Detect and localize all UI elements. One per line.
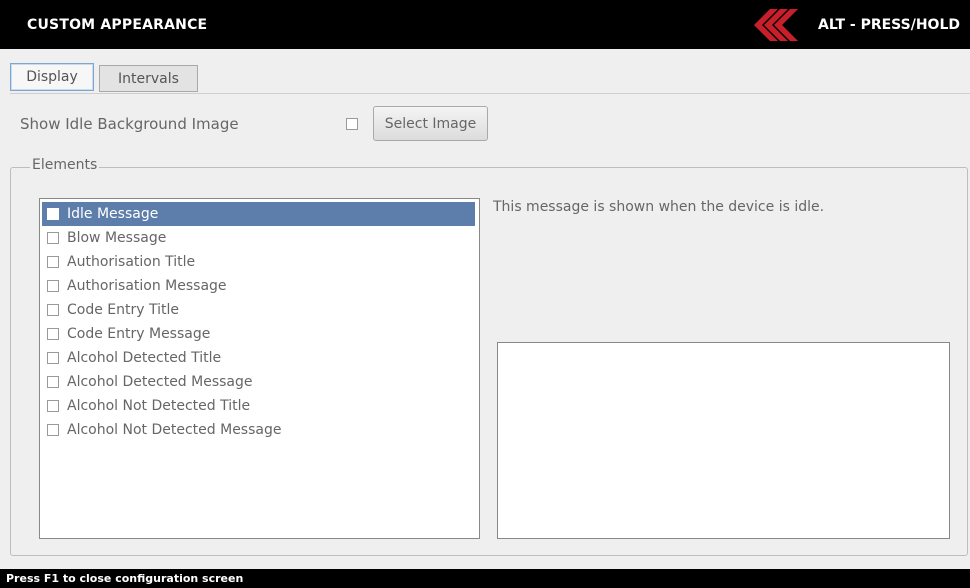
list-item-checkbox[interactable] <box>47 352 59 364</box>
list-item-checkbox[interactable] <box>47 304 59 316</box>
list-item-label: Authorisation Message <box>67 278 227 294</box>
list-item-checkbox[interactable] <box>47 328 59 340</box>
list-item-alcohol-detected-title[interactable]: Alcohol Detected Title <box>42 346 475 370</box>
list-item-blow-message[interactable]: Blow Message <box>42 226 475 250</box>
tab-intervals[interactable]: Intervals <box>99 65 198 92</box>
status-bar: Press F1 to close configuration screen <box>0 569 970 588</box>
list-item-label: Alcohol Detected Title <box>67 350 222 366</box>
list-item-label: Alcohol Detected Message <box>67 374 253 390</box>
list-item-alcohol-not-detected-title[interactable]: Alcohol Not Detected Title <box>42 394 475 418</box>
elements-list[interactable]: Idle Message Blow Message Authorisation … <box>39 198 480 539</box>
idle-background-label: Show Idle Background Image <box>20 115 239 133</box>
message-preview-box[interactable] <box>497 342 950 539</box>
tab-display[interactable]: Display <box>10 63 94 91</box>
window-title: CUSTOM APPEARANCE <box>27 17 208 33</box>
list-item-authorisation-message[interactable]: Authorisation Message <box>42 274 475 298</box>
idle-background-checkbox[interactable] <box>346 118 358 130</box>
list-item-label: Alcohol Not Detected Title <box>67 398 251 414</box>
element-description: This message is shown when the device is… <box>493 199 825 215</box>
elements-legend: Elements <box>30 157 100 173</box>
list-item-checkbox[interactable] <box>47 232 59 244</box>
list-item-code-entry-title[interactable]: Code Entry Title <box>42 298 475 322</box>
list-item-label: Blow Message <box>67 230 167 246</box>
list-item-idle-message[interactable]: Idle Message <box>42 202 475 226</box>
list-item-code-entry-message[interactable]: Code Entry Message <box>42 322 475 346</box>
list-item-checkbox[interactable] <box>47 400 59 412</box>
list-item-label: Alcohol Not Detected Message <box>67 422 282 438</box>
brand-chevron-icon <box>754 9 798 41</box>
list-item-checkbox[interactable] <box>47 376 59 388</box>
select-image-button[interactable]: Select Image <box>373 106 488 141</box>
list-item-alcohol-detected-message[interactable]: Alcohol Detected Message <box>42 370 475 394</box>
list-item-checkbox[interactable] <box>47 424 59 436</box>
list-item-authorisation-title[interactable]: Authorisation Title <box>42 250 475 274</box>
list-item-label: Idle Message <box>67 206 159 222</box>
list-item-label: Code Entry Title <box>67 302 179 318</box>
list-item-alcohol-not-detected-message[interactable]: Alcohol Not Detected Message <box>42 418 475 442</box>
status-hint: Press F1 to close configuration screen <box>6 572 244 585</box>
tab-divider <box>10 93 970 94</box>
list-item-label: Authorisation Title <box>67 254 196 270</box>
list-item-checkbox[interactable] <box>47 208 59 220</box>
list-item-checkbox[interactable] <box>47 256 59 268</box>
mode-label: ALT - PRESS/HOLD <box>818 17 960 33</box>
list-item-checkbox[interactable] <box>47 280 59 292</box>
title-bar: CUSTOM APPEARANCE ALT - PRESS/HOLD <box>0 0 970 49</box>
list-item-label: Code Entry Message <box>67 326 211 342</box>
